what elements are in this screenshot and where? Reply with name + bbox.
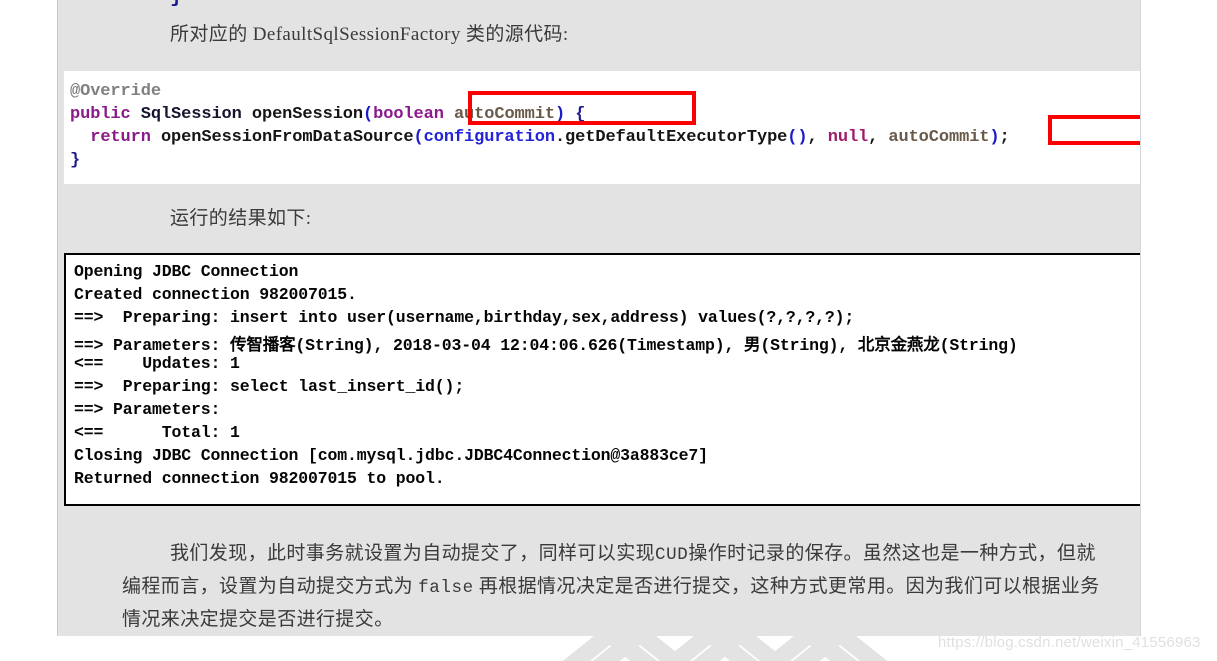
code-token: @Override <box>70 82 161 101</box>
code-token: configuration <box>423 128 555 147</box>
console-line: ==> Parameters: 传智播客(String), 2018-03-04… <box>74 336 1018 355</box>
code-token: null <box>827 128 869 147</box>
code-token: ( <box>413 128 424 147</box>
truncated-closing-brace: } <box>170 0 182 9</box>
text-run: 编程而言，设置为自动提交方式为 <box>122 576 419 597</box>
code-token: return <box>90 128 151 147</box>
console-line: Opening JDBC Connection <box>74 262 299 281</box>
result-label: 运行的结果如下: <box>170 208 312 229</box>
java-code-block: @Override public SqlSession openSession(… <box>64 71 1140 184</box>
console-output-block: Opening JDBC Connection Created connecti… <box>64 253 1140 506</box>
inline-code: false <box>418 578 474 598</box>
boolean-autocommit-parameter-highlight <box>468 91 696 125</box>
console-line: Created connection 982007015. <box>74 285 357 304</box>
console-line: Returned connection 982007015 to pool. <box>74 469 445 488</box>
code-token: () <box>787 128 808 147</box>
code-token: , <box>868 128 889 147</box>
console-line: ==> Preparing: insert into user(username… <box>74 308 855 327</box>
code-line-0: @Override <box>70 79 161 104</box>
source-url-watermark: https://blog.csdn.net/weixin_41556963 <box>938 634 1201 651</box>
code-token: ( <box>363 105 374 124</box>
code-token: autoCommit <box>888 128 990 147</box>
code-token: . <box>554 128 566 147</box>
code-token: openSessionFromDataSource <box>160 128 414 147</box>
text-run: 操作时记录的保存。虽然这也是一种方式，但就 <box>688 543 1096 564</box>
text-run: 我们发现，此时事务就设置为自动提交了，同样可以实现 <box>170 543 656 564</box>
code-token: SqlSession <box>140 105 242 124</box>
body-paragraph-line-3: 情况来决定提交是否进行提交。 <box>122 609 394 630</box>
code-line-3: } <box>70 148 80 173</box>
code-token: ; <box>999 128 1010 147</box>
code-token: openSession <box>251 105 363 124</box>
intro-paragraph: 所对应的 DefaultSqlSessionFactory 类的源代码: <box>170 24 569 45</box>
console-line: ==> Preparing: select last_insert_id(); <box>74 377 465 396</box>
body-paragraph-line-2: 编程而言，设置为自动提交方式为 false 再根据情况决定是否进行提交，这种方式… <box>122 570 1100 605</box>
inline-code: CUD <box>655 545 689 565</box>
code-token: boolean <box>373 105 444 124</box>
code-token: ) <box>989 128 1000 147</box>
code-token: getDefaultExecutorType <box>565 128 788 147</box>
document-page: } 所对应的 DefaultSqlSessionFactory 类的源代码: @… <box>57 0 1141 636</box>
code-token: public <box>70 105 131 124</box>
console-line: <== Total: 1 <box>74 423 240 442</box>
console-line: ==> Parameters: <box>74 400 221 419</box>
code-token: } <box>70 151 81 170</box>
text-run: 再根据情况决定是否进行提交，这种方式更常用。因为我们可以根据业务 <box>473 576 1100 597</box>
body-paragraph-line-1: 我们发现，此时事务就设置为自动提交了，同样可以实现CUD操作时记录的保存。虽然这… <box>170 537 1096 572</box>
console-line: <== Updates: 1 <box>74 354 240 373</box>
autocommit-argument-highlight <box>1048 115 1140 145</box>
console-line: Closing JDBC Connection [com.mysql.jdbc.… <box>74 446 708 465</box>
code-line-2: return openSessionFromDataSource(configu… <box>70 125 1010 150</box>
code-token: , <box>807 128 828 147</box>
